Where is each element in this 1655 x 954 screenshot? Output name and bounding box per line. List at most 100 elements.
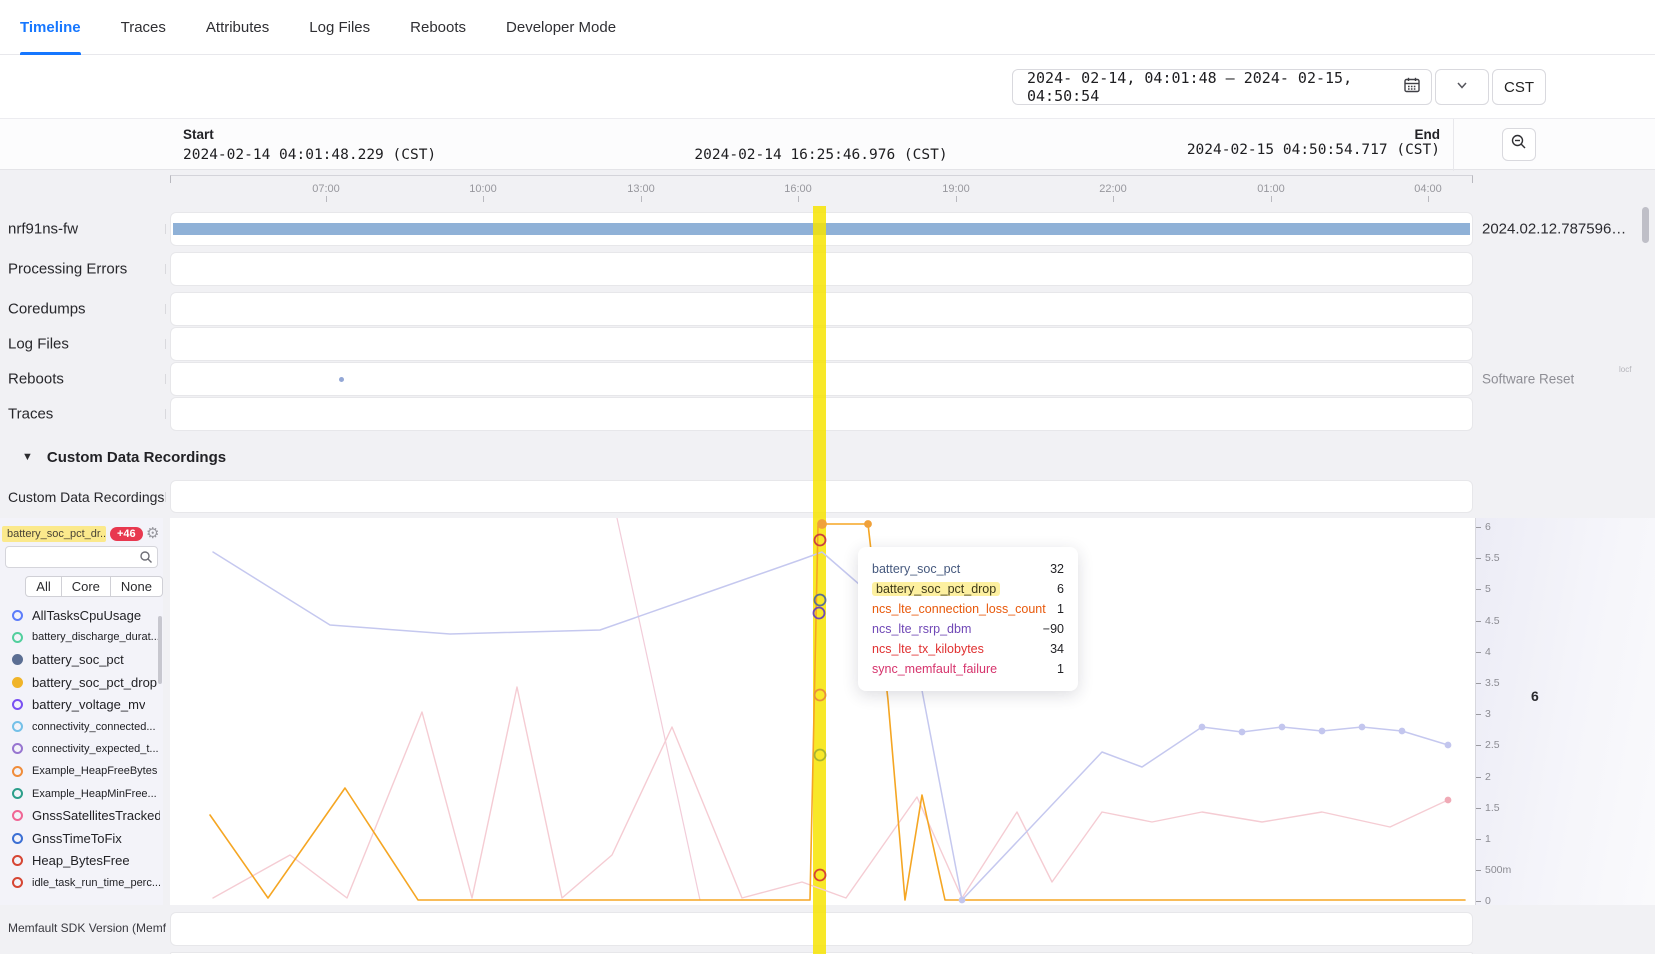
filter-none-button[interactable]: None: [111, 576, 163, 597]
row-grab-handle[interactable]: [165, 304, 166, 314]
metric-item[interactable]: battery_soc_pct: [0, 649, 160, 671]
end-block: End 2024-02-15 04:50:54.717 (CST): [1187, 127, 1440, 158]
y-tick: 5: [1476, 583, 1491, 595]
toolbar: 2024- 02-14, 04:01:48 – 2024- 02-15, 04:…: [0, 55, 1655, 118]
metric-item[interactable]: AllTasksCpuUsage: [0, 604, 160, 626]
timeline-row-custom-data-recordings: Custom Data Recordings: [0, 480, 1655, 513]
timezone-button[interactable]: CST: [1492, 69, 1546, 105]
row-label: Traces: [8, 406, 53, 423]
calendar-icon[interactable]: [1403, 76, 1421, 98]
tooltip-metric-label: battery_soc_pct: [872, 562, 960, 576]
time-cursor: [813, 206, 826, 954]
metric-item[interactable]: battery_voltage_mv: [0, 693, 160, 715]
x-tick: 16:00: [784, 183, 812, 195]
x-tick: 01:00: [1257, 183, 1285, 195]
search-icon: [139, 550, 153, 564]
chart-tooltip: battery_soc_pct 32 battery_soc_pct_drop …: [858, 547, 1078, 691]
metric-swatch: [12, 721, 23, 732]
tooltip-row: ncs_lte_tx_kilobytes 34: [872, 639, 1064, 659]
tooltip-metric-label: ncs_lte_tx_kilobytes: [872, 642, 984, 656]
chevron-down-icon: [1455, 78, 1469, 97]
tooltip-row: ncs_lte_rsrp_dbm −90: [872, 619, 1064, 639]
vertical-scrollbar-thumb[interactable]: [1642, 207, 1649, 243]
row-grab-handle[interactable]: [165, 264, 166, 274]
metric-item[interactable]: Example_HeapMinFree...: [0, 782, 160, 804]
metric-swatch: [12, 855, 23, 866]
row-label: Coredumps: [8, 301, 86, 318]
tooltip-metric-value: −90: [1043, 622, 1064, 636]
device-timeline-page: Timeline Traces Attributes Log Files Reb…: [0, 0, 1655, 954]
tooltip-metric-label: sync_memfault_failure: [872, 662, 997, 676]
metric-count-badge: +46: [110, 527, 143, 541]
metric-search-box: [5, 546, 158, 568]
x-tick: 04:00: [1414, 183, 1442, 195]
tab-traces[interactable]: Traces: [121, 0, 166, 55]
gear-icon[interactable]: ⚙: [146, 524, 159, 542]
metric-swatch: [12, 610, 23, 621]
metric-swatch: [12, 877, 23, 888]
metric-label: Example_HeapFreeBytes: [32, 765, 157, 777]
collapse-caret-icon: ▼: [22, 451, 33, 463]
legend-scrollbar-thumb[interactable]: [158, 616, 162, 684]
zoom-out-button[interactable]: [1502, 128, 1536, 161]
metric-item[interactable]: Heap_BytesFree: [0, 849, 160, 871]
tab-reboots[interactable]: Reboots: [410, 0, 466, 55]
x-tick: 07:00: [312, 183, 340, 195]
metric-search-input[interactable]: [10, 548, 134, 566]
metric-filter-group: All Core None: [25, 576, 163, 597]
metric-item[interactable]: battery_discharge_durat...: [0, 626, 160, 648]
y-tick: 1: [1476, 833, 1491, 845]
row-grab-handle[interactable]: [165, 492, 166, 502]
filter-all-button[interactable]: All: [25, 576, 61, 597]
date-range-control: 2024- 02-14, 04:01:48 – 2024- 02-15, 04:…: [1012, 69, 1546, 105]
timeline-row-firmware: nrf91ns-fw 2024.02.12.787596…: [0, 212, 1655, 246]
selected-metric-chip[interactable]: battery_soc_pct_dr...: [2, 526, 106, 542]
timeline-row-processing-errors: Processing Errors: [0, 252, 1655, 286]
y-tick: 3.5: [1476, 677, 1500, 689]
end-timestamp: 2024-02-15 04:50:54.717 (CST): [1187, 142, 1440, 158]
metric-swatch: [12, 788, 23, 799]
center-timestamp: 2024-02-14 16:25:46.976 (CST): [694, 147, 947, 163]
metric-item[interactable]: idle_task_run_time_perc...: [0, 872, 160, 894]
row-grab-handle[interactable]: [165, 409, 166, 419]
x-tick: 22:00: [1099, 183, 1127, 195]
custom-data-recordings-section-toggle[interactable]: ▼ Custom Data Recordings: [0, 437, 1655, 477]
y-tick: 5.5: [1476, 552, 1500, 564]
tooltip-metric-label: ncs_lte_connection_loss_count: [872, 602, 1046, 616]
metric-label: battery_discharge_durat...: [32, 631, 160, 643]
row-grab-handle[interactable]: [165, 224, 166, 234]
timeline-row-log-files: Log Files: [0, 327, 1655, 361]
locf-tag: locf: [1619, 365, 1631, 374]
row-grab-handle[interactable]: [165, 339, 166, 349]
metric-item[interactable]: connectivity_expected_t...: [0, 738, 160, 760]
metric-label: connectivity_connected...: [32, 721, 156, 733]
metric-item[interactable]: GnssSatellitesTracked: [0, 805, 160, 827]
filter-core-button[interactable]: Core: [62, 576, 111, 597]
timeline-row-reboots: Reboots Software Reset locf: [0, 362, 1655, 396]
timeline-row-coredumps: Coredumps: [0, 292, 1655, 326]
tooltip-metric-value: 1: [1057, 662, 1064, 676]
metric-item[interactable]: connectivity_connected...: [0, 715, 160, 737]
row-grab-handle[interactable]: [165, 374, 166, 384]
date-range-presets-button[interactable]: [1435, 69, 1489, 105]
tab-log-files[interactable]: Log Files: [309, 0, 370, 55]
reboot-event-dot[interactable]: [339, 377, 344, 382]
date-range-input[interactable]: 2024- 02-14, 04:01:48 – 2024- 02-15, 04:…: [1012, 69, 1432, 105]
y-tick: 2.5: [1476, 739, 1500, 751]
metric-list: AllTasksCpuUsage battery_discharge_durat…: [0, 604, 160, 894]
tab-attributes[interactable]: Attributes: [206, 0, 269, 55]
tab-developer-mode[interactable]: Developer Mode: [506, 0, 616, 55]
metric-item[interactable]: battery_soc_pct_drop: [0, 671, 160, 693]
row-label: Custom Data Recordings: [8, 489, 164, 505]
cursor-current-value: 6: [1531, 688, 1539, 704]
metric-swatch: [12, 699, 23, 710]
start-timestamp: 2024-02-14 04:01:48.229 (CST): [183, 147, 436, 163]
y-tick: 500m: [1476, 864, 1511, 876]
metric-item[interactable]: Example_HeapFreeBytes: [0, 760, 160, 782]
metric-label: connectivity_expected_t...: [32, 743, 159, 755]
metric-item[interactable]: GnssTimeToFix: [0, 827, 160, 849]
metric-label: GnssSatellitesTracked: [32, 808, 160, 823]
tooltip-metric-value: 6: [1057, 582, 1064, 596]
tab-timeline[interactable]: Timeline: [20, 0, 81, 55]
x-tick: 10:00: [469, 183, 497, 195]
